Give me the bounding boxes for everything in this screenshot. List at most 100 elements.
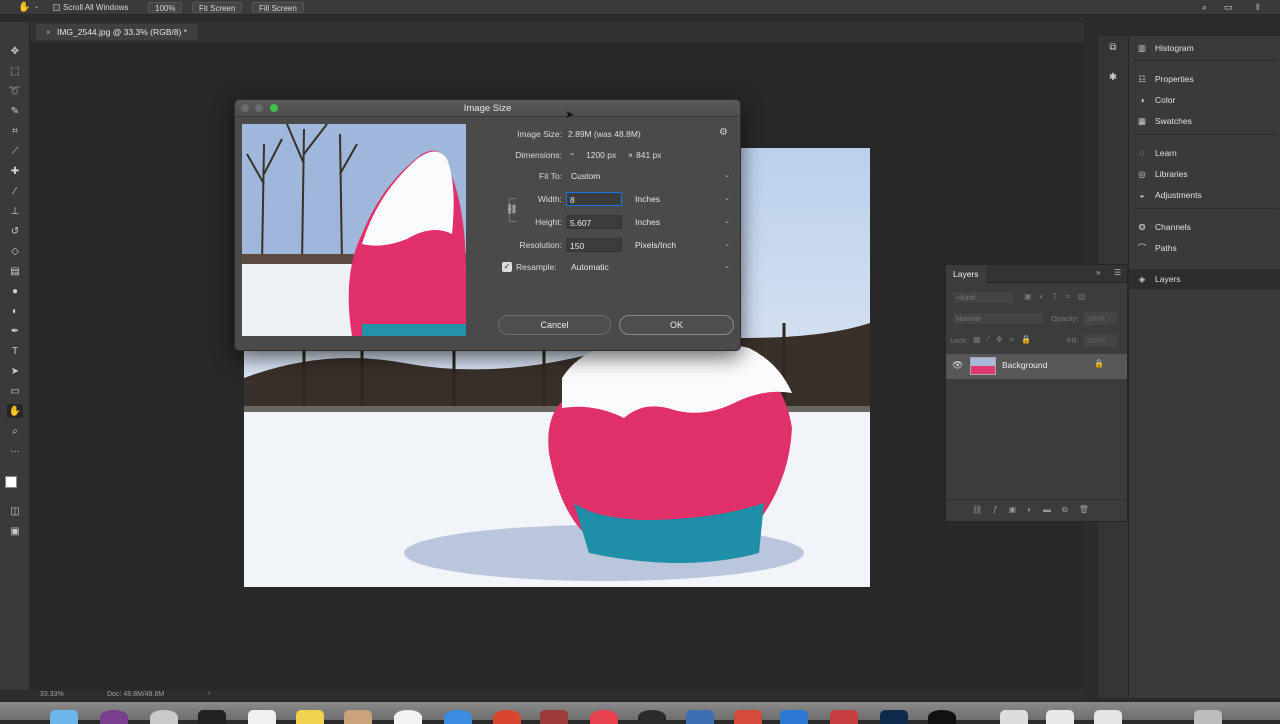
pen-tool-icon[interactable]: ✒ [7, 324, 23, 338]
screen-mode-icon[interactable]: ▣ [7, 524, 23, 538]
photoshop-icon[interactable] [880, 710, 908, 724]
chevron-down-icon[interactable]: ⌄ [34, 2, 39, 13]
app-store-icon[interactable] [780, 710, 808, 724]
siri-icon[interactable] [100, 710, 128, 724]
panel-properties[interactable]: ☷ Properties [1137, 72, 1194, 86]
layer-row[interactable]: 👁 Background 🔒 [946, 354, 1127, 379]
launchpad-icon[interactable] [150, 710, 178, 724]
notes-icon[interactable] [296, 710, 324, 724]
foreground-color-swatch[interactable] [5, 476, 17, 488]
app-calendar-red-icon[interactable] [830, 710, 858, 724]
panel-learn[interactable]: ◌ Learn [1137, 146, 1176, 160]
rectangle-tool-icon[interactable]: ▭ [7, 384, 23, 398]
scroll-all-windows-checkbox[interactable]: Scroll All Windows [53, 2, 128, 13]
history-brush-tool-icon[interactable]: ↺ [7, 224, 23, 238]
panel-color[interactable]: ◑ Color [1137, 93, 1175, 107]
brush-settings-icon[interactable]: ✱ [1105, 70, 1121, 84]
panel-layers[interactable]: ◈ Layers [1137, 272, 1181, 286]
hand-tool-icon[interactable]: ✋ [7, 404, 23, 418]
music-icon[interactable] [590, 710, 618, 724]
height-input[interactable]: 5.607 [566, 215, 622, 229]
share-icon[interactable]: ⇪ [1254, 2, 1262, 13]
panel-histogram[interactable]: ▥ Histogram [1137, 41, 1194, 55]
blur-tool-icon[interactable]: ● [7, 284, 23, 298]
app-dark-icon[interactable] [638, 710, 666, 724]
blend-mode-select[interactable]: Normal [952, 312, 1044, 325]
trash-icon[interactable] [1194, 710, 1222, 724]
clone-stamp-tool-icon[interactable]: ⊥ [7, 204, 23, 218]
brush-tool-icon[interactable]: ⁄ [7, 184, 23, 198]
panel-channels[interactable]: ❂ Channels [1137, 220, 1190, 234]
layer-action-icons[interactable]: ⛓ƒ▣◐▬⧉🗑 [972, 505, 1100, 515]
app-orange-icon[interactable] [734, 710, 762, 724]
fit-to-select[interactable]: Custom ⌄ [567, 169, 734, 183]
calendar-icon[interactable] [248, 710, 276, 724]
workspace-icon[interactable]: ▭ [1224, 2, 1233, 13]
resolution-input[interactable]: 150 [566, 238, 622, 252]
chain-link-icon[interactable]: ⛓ [506, 204, 517, 215]
resample-checkbox[interactable]: ✓ [502, 262, 512, 272]
panel-menu-icon[interactable]: ☰ [1114, 268, 1121, 277]
lock-icons[interactable]: ▦⁄✥⌗🔒 [973, 335, 1038, 345]
eyedropper-tool-icon[interactable]: ⟋ [7, 144, 23, 158]
window-thumb-1-icon[interactable] [1000, 710, 1028, 724]
fill-input[interactable]: 100% [1083, 334, 1117, 347]
more-tools-icon[interactable]: … [7, 442, 23, 456]
contacts-icon[interactable] [344, 710, 372, 724]
type-tool-icon[interactable]: T [7, 344, 23, 358]
zoom-100-button[interactable]: 100% [148, 2, 183, 13]
safari-icon[interactable] [444, 710, 472, 724]
panel-swatches[interactable]: ▦ Swatches [1137, 114, 1192, 128]
layers-tab[interactable]: Layers [946, 265, 986, 283]
quick-select-tool-icon[interactable]: ✎ [7, 104, 23, 118]
hand-tool-icon[interactable]: ✋ [18, 2, 30, 13]
app-blue-icon[interactable] [686, 710, 714, 724]
eraser-tool-icon[interactable]: ◇ [7, 244, 23, 258]
window-thumb-3-icon[interactable] [1094, 710, 1122, 724]
cancel-button[interactable]: Cancel [498, 315, 611, 335]
healing-brush-tool-icon[interactable]: ✚ [7, 164, 23, 178]
opacity-input[interactable]: 100% [1083, 312, 1117, 325]
status-chevron-icon[interactable]: › [208, 690, 210, 697]
history-icon[interactable]: ⧉ [1105, 40, 1121, 54]
quick-mask-icon[interactable]: ◫ [7, 504, 23, 518]
photos-icon[interactable] [394, 710, 422, 724]
move-tool-icon[interactable]: ✥ [7, 44, 23, 58]
zoom-readout[interactable]: 33.33% [40, 691, 64, 698]
eye-icon[interactable]: 👁 [952, 360, 963, 371]
image-preview[interactable] [242, 124, 466, 336]
filter-kind-select[interactable]: ⌕Kind [952, 291, 1014, 304]
app-red-icon[interactable] [493, 710, 521, 724]
fit-screen-button[interactable]: Fit Screen [192, 2, 243, 13]
finder-icon[interactable] [50, 710, 78, 724]
panel-paths[interactable]: ⌒ Paths [1137, 241, 1177, 255]
dialog-title-bar[interactable]: Image Size ➤ [235, 100, 740, 121]
gear-icon[interactable]: ⚙ [719, 127, 728, 138]
width-unit-select[interactable]: Inches ⌄ [631, 192, 734, 206]
document-tab[interactable]: × IMG_2544.jpg @ 33.3% (RGB/8) * [36, 24, 198, 40]
zoom-tool-icon[interactable]: ⌕ [7, 424, 23, 438]
crop-tool-icon[interactable]: ⌗ [7, 124, 23, 138]
resample-select[interactable]: Automatic ⌄ [567, 260, 734, 274]
close-icon[interactable]: × [46, 27, 51, 37]
search-icon[interactable]: ⌕ [1202, 2, 1207, 13]
gradient-tool-icon[interactable]: ▤ [7, 264, 23, 278]
chevron-down-icon[interactable]: ⌄ [569, 148, 576, 157]
marquee-tool-icon[interactable]: ⬚ [7, 64, 23, 78]
lasso-tool-icon[interactable]: ➰ [7, 84, 23, 98]
path-select-tool-icon[interactable]: ➤ [7, 364, 23, 378]
app-maroon-icon[interactable] [540, 710, 568, 724]
resolution-unit-select[interactable]: Pixels/Inch ⌄ [631, 238, 734, 252]
panel-adjustments[interactable]: ◒ Adjustments [1137, 188, 1201, 202]
dodge-tool-icon[interactable]: ◐ [7, 304, 23, 318]
height-unit-select[interactable]: Inches ⌄ [631, 215, 734, 229]
filter-icons[interactable]: ▣◐T⌗▥ [1024, 292, 1093, 302]
panel-libraries[interactable]: ◎ Libraries [1137, 167, 1187, 181]
fill-screen-button[interactable]: Fill Screen [252, 2, 304, 13]
window-thumb-2-icon[interactable] [1046, 710, 1074, 724]
collapse-icon[interactable]: » [1096, 268, 1100, 277]
app-black-icon[interactable] [928, 710, 956, 724]
ok-button[interactable]: OK [619, 315, 734, 335]
width-input[interactable]: 8 [566, 192, 622, 206]
terminal-icon[interactable] [198, 710, 226, 724]
